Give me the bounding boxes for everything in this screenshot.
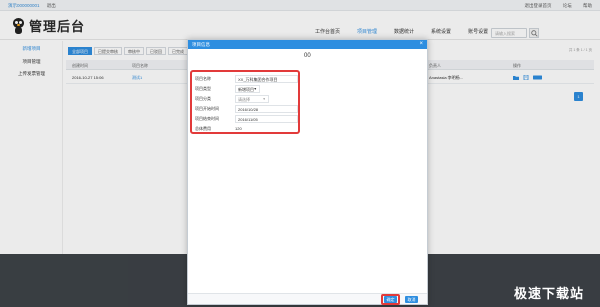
label-total-cost: 总体费用 — [195, 126, 211, 131]
project-category-value: 请选择 — [238, 97, 250, 102]
end-date-field[interactable]: 2016/11/05 — [235, 115, 298, 123]
label-project-name: 项目名称 — [195, 76, 211, 81]
form-highlight: 项目名称 XX_万科集团合作项目 项目类型 新增项目 ▼ 项目分类 请选择 ▾ … — [190, 70, 300, 134]
form-row-total-cost: 总体费用 120 — [195, 125, 300, 133]
project-type-value: 新增项目 — [238, 87, 254, 92]
project-category-select[interactable]: 请选择 ▾ — [235, 95, 269, 103]
form-row-end-date: 项目结束时间 2016/11/05 — [195, 115, 300, 123]
total-cost-value: 120 — [235, 126, 242, 131]
ok-button[interactable]: 确定 — [384, 296, 397, 303]
project-name-field[interactable]: XX_万科集团合作项目 — [235, 75, 298, 83]
form-row-project-type: 项目类型 新增项目 ▼ — [195, 85, 300, 93]
form-row-project-category: 项目分类 请选择 ▾ — [195, 95, 300, 103]
chevron-down-icon: ▾ — [263, 97, 265, 101]
watermark-text: 极速下载站 — [514, 287, 585, 302]
close-icon[interactable]: × — [419, 41, 423, 47]
form-row-start-date: 项目开始时间 2016/10/28 — [195, 105, 300, 113]
start-date-field[interactable]: 2016/10/28 — [235, 105, 298, 113]
label-end-date: 项目结束时间 — [195, 116, 219, 121]
project-info-dialog: 项目信息 × 00 项目名称 XX_万科集团合作项目 项目类型 新增项目 ▼ 项… — [187, 39, 428, 305]
dialog-header-mark: 00 — [304, 53, 311, 59]
label-start-date: 项目开始时间 — [195, 106, 219, 111]
label-project-category: 项目分类 — [195, 96, 211, 101]
dialog-footer: 确定 取消 — [188, 293, 427, 305]
cancel-button[interactable]: 取消 — [405, 296, 418, 303]
label-project-type: 项目类型 — [195, 86, 211, 91]
project-type-select[interactable]: 新增项目 ▼ — [235, 85, 260, 93]
form-row-project-name: 项目名称 XX_万科集团合作项目 — [195, 75, 300, 83]
dialog-title: 项目信息 — [188, 40, 427, 49]
chevron-down-icon: ▼ — [253, 87, 257, 91]
